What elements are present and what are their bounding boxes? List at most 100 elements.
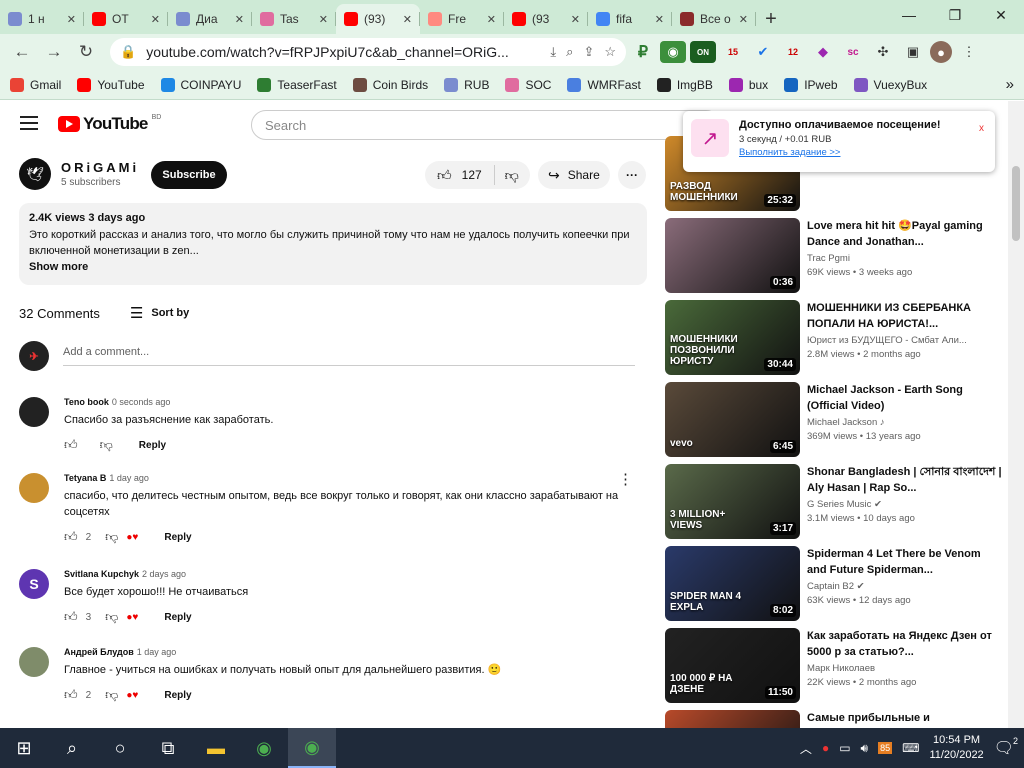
video-title[interactable]: Shonar Bangladesh | সোনার বাংলাদেশ | Aly…: [807, 464, 1003, 496]
thumbs-down-icon[interactable]: 👎︎: [105, 529, 118, 545]
hamburger-menu-icon[interactable]: [20, 116, 38, 130]
chrome-active-icon[interactable]: ◉: [288, 728, 336, 768]
video-title[interactable]: МОШЕННИКИ ИЗ СБЕРБАНКА ПОПАЛИ НА ЮРИСТА!…: [807, 300, 1003, 332]
browser-tab[interactable]: (93 ✕: [504, 4, 588, 34]
comment-author[interactable]: Tetyana B: [64, 473, 106, 483]
chrome-icon[interactable]: ◉: [240, 728, 288, 768]
paid-visit-notification[interactable]: ↗ Доступно оплачиваемое посещение! 3 сек…: [683, 111, 995, 172]
video-description[interactable]: 2.4K views 3 days ago Это короткий расск…: [19, 203, 647, 285]
thumbs-down-icon[interactable]: 👎︎: [105, 609, 118, 625]
comment-time[interactable]: 1 day ago: [109, 473, 149, 483]
related-video-item[interactable]: 100 000 ₽ НА ДЗЕНЕ 11:50 Как заработать …: [665, 628, 1010, 706]
bookmark-item[interactable]: IPweb: [784, 77, 838, 92]
volume-icon[interactable]: 🔊︎: [861, 741, 869, 756]
video-thumbnail[interactable]: vevo 6:45: [665, 382, 800, 457]
tray-app-icon[interactable]: ●: [822, 741, 829, 755]
teaserfast-extension-icon[interactable]: ₽: [630, 41, 656, 63]
reply-button[interactable]: Reply: [164, 690, 191, 701]
subscribe-button[interactable]: Subscribe: [151, 161, 227, 189]
bookmark-item[interactable]: YouTube: [77, 77, 145, 92]
comment-author[interactable]: Teno book: [64, 397, 109, 407]
browser-tab[interactable]: OT ✕: [84, 4, 168, 34]
share-icon[interactable]: ⇪: [583, 44, 594, 60]
bookmark-item[interactable]: ImgBB: [656, 77, 713, 92]
network-icon[interactable]: ▭: [839, 741, 850, 755]
browser-tab[interactable]: Все о ✕: [672, 4, 756, 34]
notification-close-icon[interactable]: x: [979, 123, 984, 134]
forward-button[interactable]: →: [40, 38, 68, 66]
reply-button[interactable]: Reply: [139, 440, 166, 451]
browser-menu-icon[interactable]: ⋮: [956, 41, 982, 63]
bookmark-item[interactable]: Gmail: [10, 77, 61, 92]
back-button[interactable]: ←: [8, 38, 36, 66]
related-video-item[interactable]: SPIDER MAN 4 EXPLA 8:02 Spiderman 4 Let …: [665, 546, 1010, 624]
bookmark-item[interactable]: RUB: [444, 77, 489, 92]
tab-close-icon[interactable]: ✕: [739, 13, 748, 26]
show-hidden-icons-icon[interactable]: ︿: [800, 740, 812, 757]
commenter-avatar[interactable]: [19, 473, 49, 503]
video-title[interactable]: Spiderman 4 Let There be Venom and Futur…: [807, 546, 1003, 578]
reply-button[interactable]: Reply: [164, 612, 191, 623]
show-more-link[interactable]: Show more: [29, 261, 637, 273]
browser-tab[interactable]: Fre ✕: [420, 4, 504, 34]
thumbs-up-icon[interactable]: 👍︎: [64, 687, 78, 703]
profile-avatar-icon[interactable]: ●: [930, 41, 952, 63]
bookmark-item[interactable]: VuexyBux: [853, 77, 927, 92]
thumbs-up-icon[interactable]: 👍︎: [64, 529, 78, 545]
channel-name[interactable]: ORiGAMi: [61, 160, 139, 175]
video-channel[interactable]: G Series Music ✔: [807, 499, 1003, 510]
verified-extension-icon[interactable]: ✔: [750, 41, 776, 63]
bookmark-star-icon[interactable]: ☆: [604, 44, 616, 60]
action-center-icon[interactable]: 🗨︎ 2: [994, 736, 1018, 758]
close-window-button[interactable]: ✕: [978, 0, 1024, 30]
browser-tab[interactable]: fifa ✕: [588, 4, 672, 34]
clock[interactable]: 10:54 PM 11/20/2022: [929, 733, 983, 763]
browser-tab[interactable]: Tas ✕: [252, 4, 336, 34]
add-comment-input[interactable]: Add a comment...: [63, 346, 635, 366]
search-input[interactable]: Search: [251, 110, 721, 140]
zoom-icon[interactable]: ⌕: [566, 44, 573, 60]
file-explorer-icon[interactable]: ▬: [192, 728, 240, 768]
related-video-item[interactable]: 0:36 Love mera hit hit 🤩Payal gaming Dan…: [665, 218, 1010, 296]
video-thumbnail[interactable]: 3 MILLION+ VIEWS 3:17: [665, 464, 800, 539]
share-button[interactable]: ↪ Share: [538, 161, 610, 189]
comment-author[interactable]: Андрей Блудов: [64, 647, 134, 657]
bookmark-item[interactable]: TeaserFast: [257, 77, 337, 92]
browser-tab[interactable]: Диа ✕: [168, 4, 252, 34]
notification-link[interactable]: Выполнить задание >>: [739, 147, 940, 158]
address-bar[interactable]: 🔒 youtube.com/watch?v=fRPJPxpiU7c&ab_cha…: [110, 38, 626, 66]
bookmark-item[interactable]: SOC: [505, 77, 551, 92]
comment-time[interactable]: 0 seconds ago: [112, 397, 171, 407]
reply-button[interactable]: Reply: [164, 532, 191, 543]
sort-by-button[interactable]: ☰ Sort by: [130, 304, 189, 322]
related-video-item[interactable]: МОШЕННИКИ ПОЗВОНИЛИ ЮРИСТУ 30:44 МОШЕННИ…: [665, 300, 1010, 378]
windows-start-icon[interactable]: ⊞: [0, 728, 48, 768]
install-icon[interactable]: ⤓: [550, 44, 556, 60]
on-extension-icon[interactable]: ON: [690, 41, 716, 63]
comment-menu-icon[interactable]: ⋮: [618, 472, 633, 487]
comment-time[interactable]: 2 days ago: [142, 569, 186, 579]
related-video-item[interactable]: vevo 6:45 Michael Jackson - Earth Song (…: [665, 382, 1010, 460]
video-channel[interactable]: Trac Pgmi: [807, 253, 1003, 264]
bookmark-item[interactable]: COINPAYU: [160, 77, 241, 92]
thumbs-down-icon[interactable]: 👎︎: [505, 167, 519, 184]
new-tab-button[interactable]: +: [756, 4, 786, 34]
thumbs-down-icon[interactable]: 👎︎: [100, 437, 113, 453]
related-video-item[interactable]: 3 MILLION+ VIEWS 3:17 Shonar Bangladesh …: [665, 464, 1010, 542]
comment-time[interactable]: 1 day ago: [137, 647, 177, 657]
thumbs-down-icon[interactable]: 👎︎: [105, 687, 118, 703]
thumbs-up-icon[interactable]: 👍︎: [64, 609, 78, 625]
badge-12-extension-icon[interactable]: 12: [780, 41, 806, 63]
channel-avatar[interactable]: 🕊: [19, 158, 51, 190]
cortana-icon[interactable]: ○: [96, 728, 144, 768]
browser-tab[interactable]: (93) ✕: [336, 4, 420, 34]
tab-close-icon[interactable]: ✕: [235, 13, 244, 26]
video-title[interactable]: Love mera hit hit 🤩Payal gaming Dance an…: [807, 218, 1003, 250]
video-title[interactable]: Самые прибыльные и: [807, 710, 1003, 726]
tab-close-icon[interactable]: ✕: [655, 13, 664, 26]
comment-author[interactable]: Svitlana Kupchyk: [64, 569, 139, 579]
video-thumbnail[interactable]: МОШЕННИКИ ПОЗВОНИЛИ ЮРИСТУ 30:44: [665, 300, 800, 375]
keyboard-icon[interactable]: ⌨: [902, 741, 919, 755]
restore-button[interactable]: ❐: [932, 0, 978, 30]
video-title[interactable]: Как заработать на Яндекс Дзен от 5000 р …: [807, 628, 1003, 660]
